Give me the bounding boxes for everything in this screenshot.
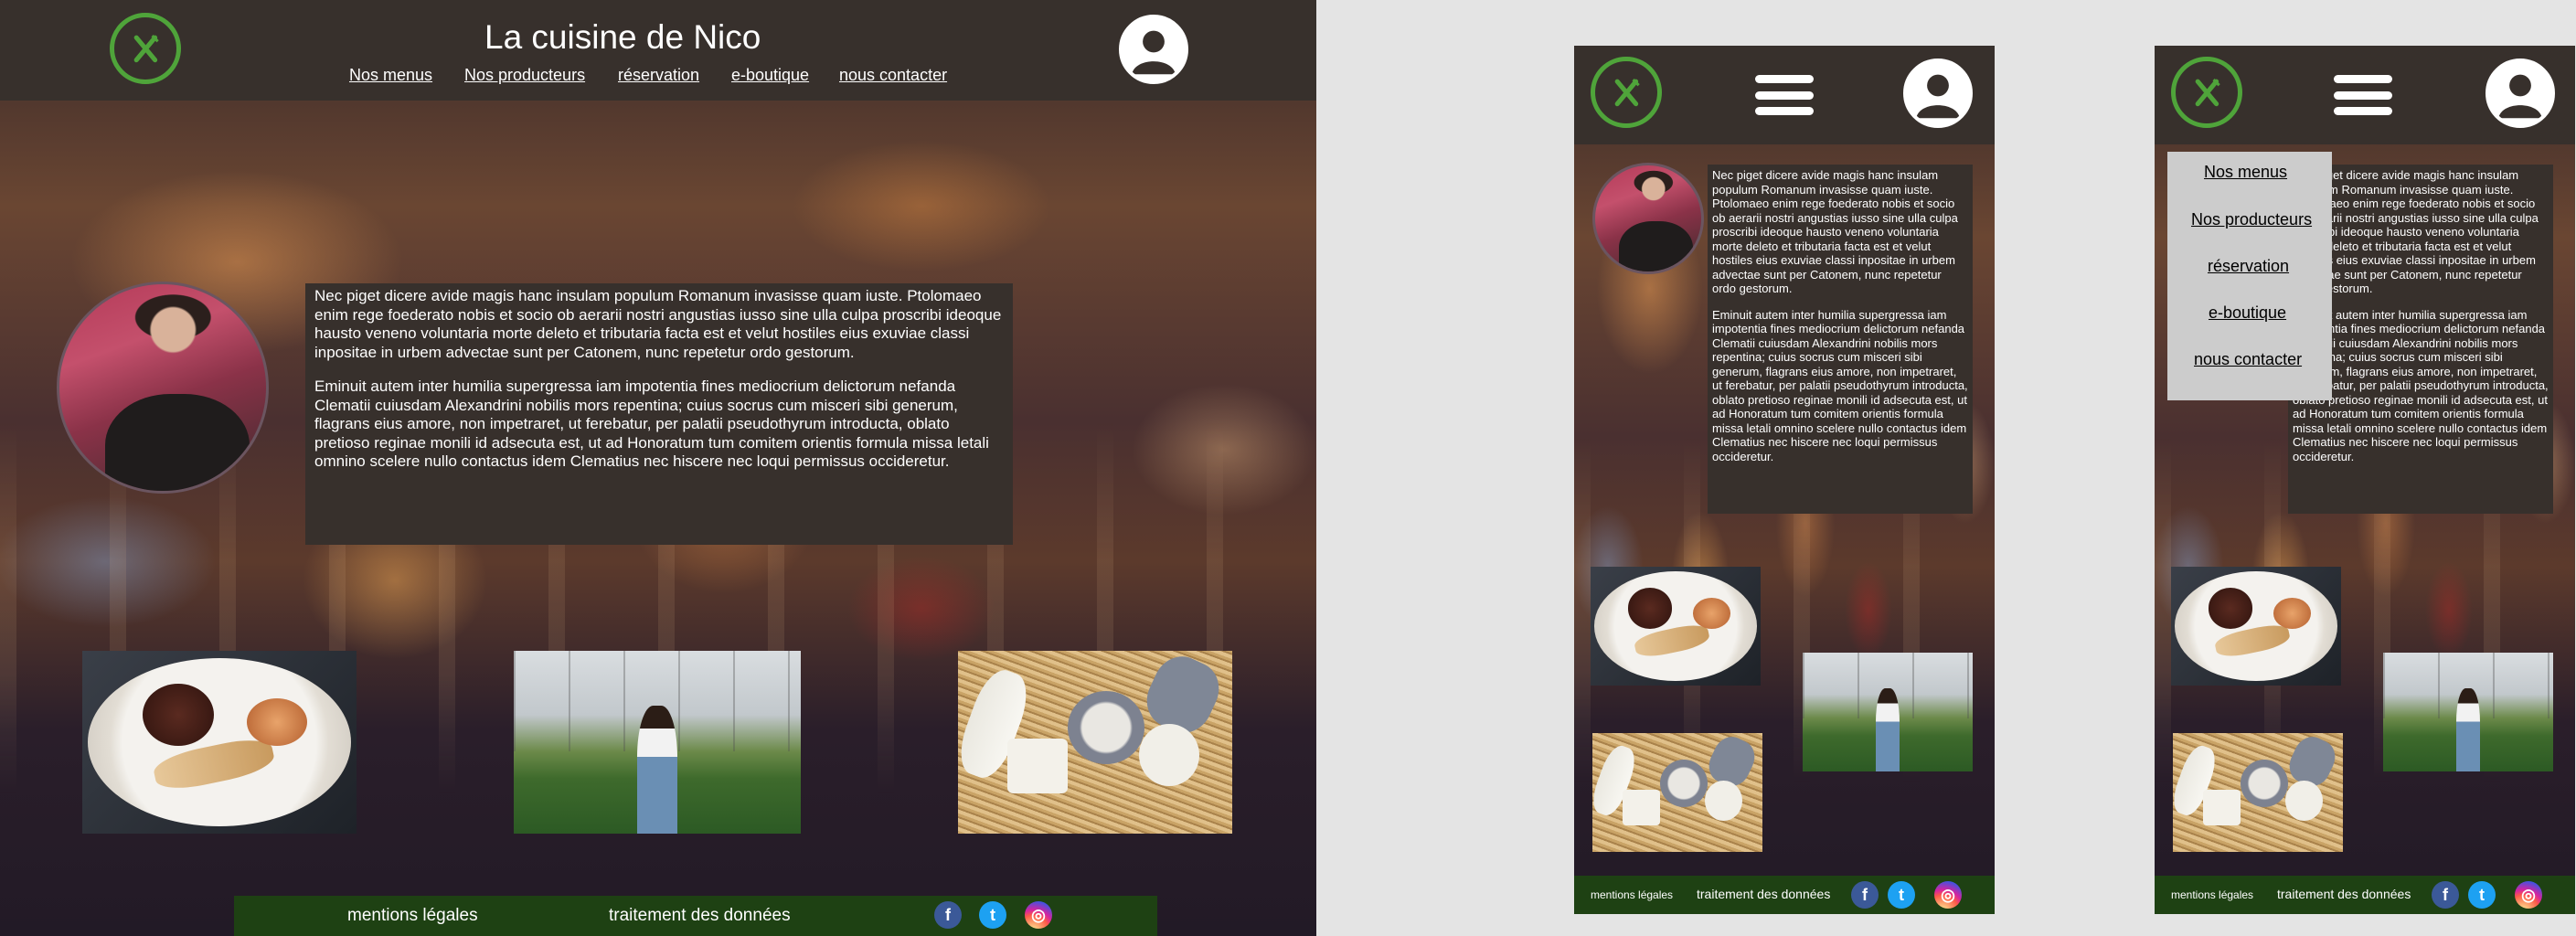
privacy-link[interactable]: traitement des données	[609, 906, 791, 926]
nav-dropdown-menu: Nos menus Nos producteurs réservation e-…	[2167, 152, 2332, 400]
producer-photo	[1803, 653, 1973, 771]
hamburger-menu-icon[interactable]	[1755, 75, 1814, 115]
instagram-icon[interactable]: ◎	[2515, 881, 2542, 909]
legal-link[interactable]: mentions légales	[1591, 888, 1673, 901]
legal-link[interactable]: mentions légales	[347, 906, 478, 926]
intro-paragraph-1: Nec piget dicere avide magis hanc insula…	[1712, 168, 1958, 295]
twitter-icon[interactable]: t	[1888, 881, 1915, 909]
intro-paragraph-2: Eminuit autem inter humilia supergressa …	[314, 378, 989, 470]
chef-portrait	[1592, 163, 1704, 274]
privacy-link[interactable]: traitement des données	[2277, 887, 2411, 901]
privacy-link[interactable]: traitement des données	[1697, 887, 1830, 901]
nav-link-menus[interactable]: Nos menus	[2204, 163, 2287, 182]
desktop-view: La cuisine de Nico Nos menus Nos product…	[0, 0, 1316, 936]
nav-link-producteurs[interactable]: Nos producteurs	[2191, 210, 2312, 229]
logo-icon[interactable]	[1591, 57, 1662, 128]
producer-photo	[514, 651, 801, 834]
facebook-icon[interactable]: f	[1851, 881, 1879, 909]
user-avatar-icon[interactable]	[1903, 58, 1973, 128]
dish-photo	[1591, 567, 1761, 686]
nav-link-producteurs[interactable]: Nos producteurs	[464, 66, 585, 85]
legal-link[interactable]: mentions légales	[2171, 888, 2253, 901]
logo-icon[interactable]	[110, 13, 181, 84]
hamburger-menu-icon[interactable]	[2334, 75, 2392, 115]
logo-icon[interactable]	[2171, 57, 2242, 128]
intro-paragraph-1: Nec piget dicere avide magis hanc insula…	[314, 287, 1002, 361]
nav-link-reservation[interactable]: réservation	[618, 66, 699, 85]
producer-photo	[2383, 653, 2553, 771]
site-title: La cuisine de Nico	[484, 18, 761, 56]
mobile-view: Nec piget dicere avide magis hanc insula…	[1574, 46, 1995, 914]
mobile-view-menu-open: Nec piget dicere avide magis hanc insula…	[2155, 46, 2575, 914]
nav-link-eboutique[interactable]: e-boutique	[731, 66, 809, 85]
intro-paragraph-2: Eminuit autem inter humilia supergressa …	[1712, 307, 1968, 463]
chef-portrait	[57, 282, 269, 494]
footer: mentions légales traitement des données …	[2155, 876, 2575, 914]
nav-link-eboutique[interactable]: e-boutique	[2209, 303, 2286, 323]
header	[2155, 46, 2575, 144]
footer: mentions légales traitement des données …	[1574, 876, 1995, 914]
facebook-icon[interactable]: f	[2432, 881, 2459, 909]
nav-link-menus[interactable]: Nos menus	[349, 66, 432, 85]
nav-link-contact[interactable]: nous contacter	[2194, 350, 2302, 369]
header	[1574, 46, 1995, 144]
user-avatar-icon[interactable]	[2486, 58, 2555, 128]
dish-photo	[82, 651, 357, 834]
nav-link-contact[interactable]: nous contacter	[839, 66, 947, 85]
cheese-photo	[2173, 733, 2343, 852]
instagram-icon[interactable]: ◎	[1025, 901, 1052, 929]
intro-text: Nec piget dicere avide magis hanc insula…	[1708, 165, 1973, 514]
twitter-icon[interactable]: t	[979, 901, 1006, 929]
facebook-icon[interactable]: f	[934, 901, 962, 929]
nav-link-reservation[interactable]: réservation	[2208, 257, 2289, 276]
cheese-photo	[958, 651, 1232, 834]
header: La cuisine de Nico Nos menus Nos product…	[0, 0, 1316, 101]
twitter-icon[interactable]: t	[2468, 881, 2496, 909]
cheese-photo	[1592, 733, 1762, 852]
intro-text: Nec piget dicere avide magis hanc insula…	[305, 283, 1013, 545]
footer: mentions légales traitement des données …	[234, 896, 1157, 936]
instagram-icon[interactable]: ◎	[1934, 881, 1962, 909]
user-avatar-icon[interactable]	[1119, 15, 1188, 84]
dish-photo	[2171, 567, 2341, 686]
